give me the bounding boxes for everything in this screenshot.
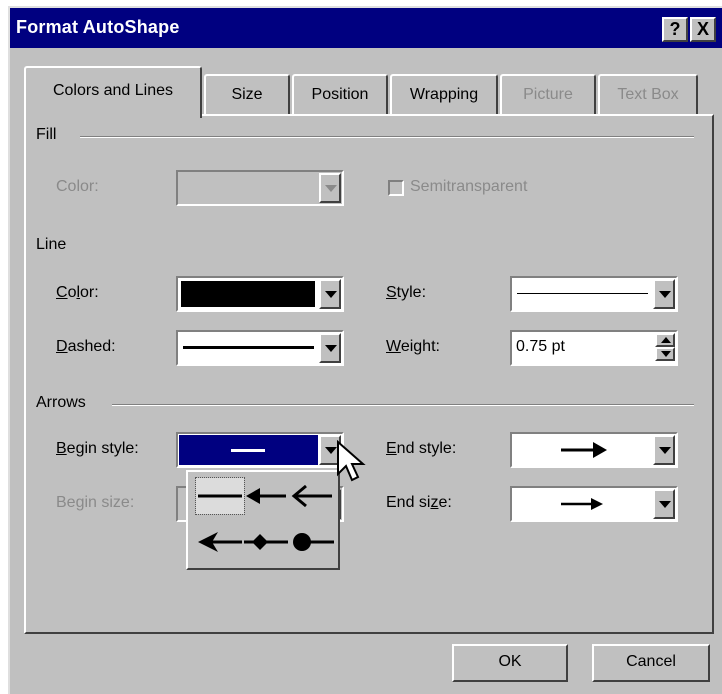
begin-style-option-open-arrow[interactable]: [288, 478, 336, 514]
fill-color-dropdown: [176, 170, 344, 206]
window-title: Format AutoShape: [16, 17, 180, 37]
line-style-preview: [513, 279, 652, 309]
colors-and-lines-panel: Fill Color: Semitransparent Line Color: …: [24, 114, 714, 634]
arrows-divider: [112, 404, 694, 406]
fill-divider: [80, 136, 694, 138]
arrows-group-label: Arrows: [36, 394, 86, 411]
tab-picture: Picture: [500, 74, 596, 116]
arrow-left-icon: [246, 488, 286, 504]
semitransparent-label: Semitransparent: [410, 178, 528, 195]
line-group-label: Line: [36, 236, 67, 253]
begin-style-dropdown[interactable]: [176, 432, 344, 468]
close-button[interactable]: X: [690, 17, 716, 42]
line-color-label: Color:: [56, 284, 99, 301]
weight-label: Weight:: [386, 338, 440, 355]
fill-group-label: Fill: [36, 126, 57, 143]
semitransparent-checkbox: [388, 180, 404, 196]
begin-style-option-stealth-arrow[interactable]: [196, 524, 244, 560]
begin-style-option-arrow[interactable]: [242, 478, 290, 514]
diamond-arrow-icon: [244, 534, 288, 550]
line-style-dropdown-arrow[interactable]: [653, 279, 675, 309]
begin-style-selected: [179, 435, 318, 465]
line-style-label: Style:: [386, 284, 427, 301]
weight-value: 0.75 pt: [516, 338, 565, 355]
end-style-arrow-icon: [561, 442, 607, 458]
end-size-dropdown[interactable]: [510, 486, 678, 522]
end-style-preview: [513, 435, 652, 465]
begin-style-label: Begin style:: [56, 440, 139, 457]
begin-size-label: Begin size:: [56, 494, 135, 511]
weight-down-button[interactable]: [655, 347, 675, 361]
tab-colors-and-lines[interactable]: Colors and Lines: [24, 66, 202, 118]
cancel-button[interactable]: Cancel: [592, 644, 710, 682]
end-style-dropdown-arrow[interactable]: [653, 435, 675, 465]
weight-up-button[interactable]: [655, 333, 675, 347]
mouse-pointer-icon: [336, 439, 366, 489]
help-button[interactable]: ?: [662, 17, 688, 42]
begin-style-option-oval-arrow[interactable]: [288, 524, 336, 560]
open-arrow-left-icon: [291, 484, 332, 508]
dashed-dropdown[interactable]: [176, 330, 344, 366]
oval-arrow-icon: [293, 533, 334, 551]
title-bar[interactable]: Format AutoShape ? X: [10, 8, 722, 48]
weight-spinner[interactable]: [655, 333, 675, 363]
end-style-label: End style:: [386, 440, 457, 457]
fill-color-label: Color:: [56, 178, 99, 195]
end-style-dropdown[interactable]: [510, 432, 678, 468]
ok-button[interactable]: OK: [452, 644, 568, 682]
line-color-dropdown-arrow[interactable]: [319, 279, 341, 309]
tab-wrapping[interactable]: Wrapping: [390, 74, 498, 116]
dashed-dropdown-arrow[interactable]: [319, 333, 341, 363]
line-color-dropdown[interactable]: [176, 276, 344, 312]
dashed-label: Dashed:: [56, 338, 116, 355]
begin-style-option-diamond-arrow[interactable]: [242, 524, 290, 560]
line-style-dropdown[interactable]: [510, 276, 678, 312]
end-size-dropdown-arrow[interactable]: [653, 489, 675, 519]
format-autoshape-dialog: Format AutoShape ? X Colors and Lines Si…: [8, 6, 722, 694]
weight-spinbox[interactable]: 0.75 pt: [510, 330, 678, 366]
begin-style-popup: [186, 470, 340, 570]
tab-size[interactable]: Size: [204, 74, 290, 116]
tab-text-box: Text Box: [598, 74, 698, 116]
end-size-preview: [513, 489, 652, 519]
begin-style-option-none[interactable]: [195, 477, 245, 515]
stealth-arrow-left-icon: [198, 532, 242, 552]
end-size-label: End size:: [386, 494, 452, 511]
end-size-arrow-icon: [561, 498, 603, 510]
line-color-swatch: [181, 281, 315, 307]
fill-color-dropdown-arrow: [319, 173, 341, 203]
dashed-preview: [179, 333, 318, 363]
tab-position[interactable]: Position: [292, 74, 388, 116]
